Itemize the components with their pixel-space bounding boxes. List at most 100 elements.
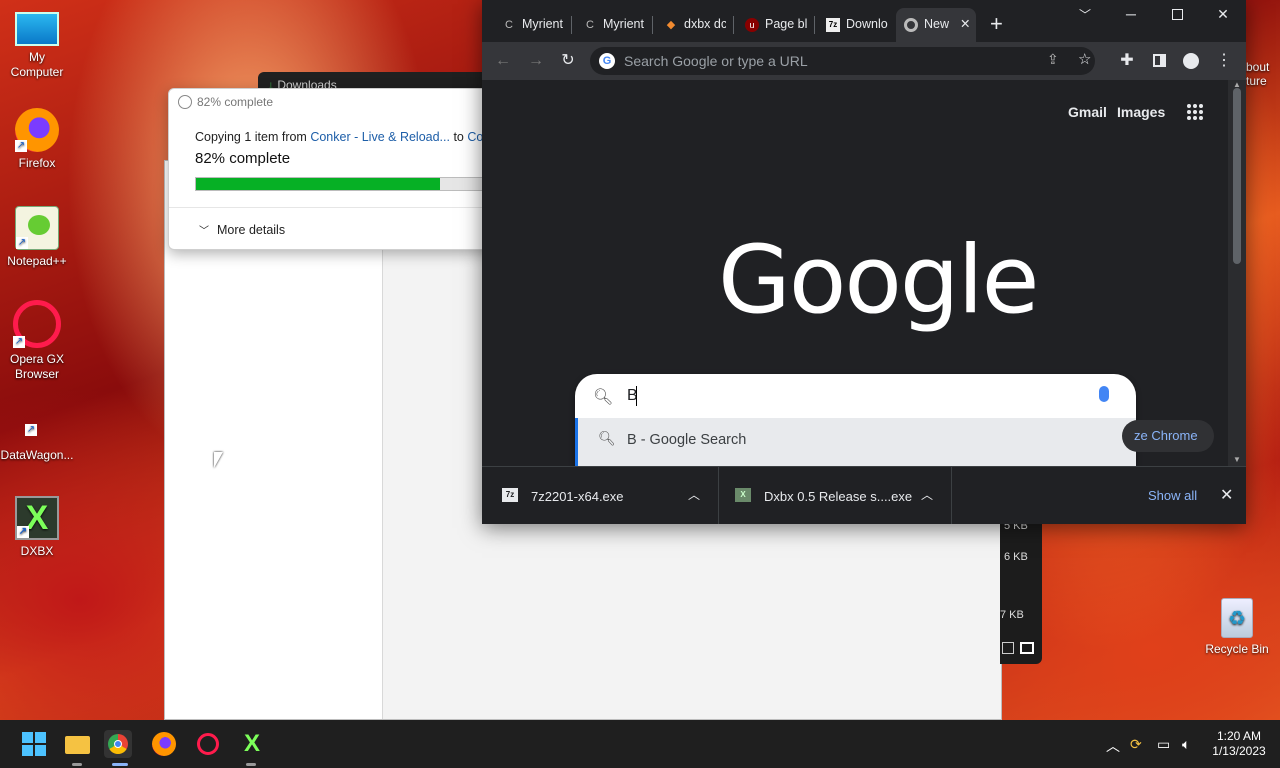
- clock-icon: [178, 95, 192, 109]
- bookmark-star-icon[interactable]: ☆: [1078, 50, 1091, 68]
- desktop-icon-dxbx[interactable]: X ↗ DXBX: [0, 496, 74, 559]
- opera-gx-icon: ↗: [13, 300, 61, 348]
- shortcut-arrow-icon: ↗: [17, 526, 29, 538]
- dxbx-taskbar-icon[interactable]: X: [238, 730, 266, 758]
- tab-dxbx[interactable]: ◆ dxbx dc: [656, 8, 726, 42]
- scrollbar[interactable]: ▲ ▼: [1228, 80, 1246, 466]
- side-panel-icon[interactable]: [1148, 50, 1170, 72]
- scroll-down-arrow[interactable]: ▼: [1233, 455, 1241, 464]
- copying-to: to: [449, 130, 468, 144]
- chevron-down-icon: ﹀: [199, 226, 209, 237]
- loading-icon: C: [586, 19, 594, 31]
- gmail-link[interactable]: Gmail: [1068, 104, 1107, 120]
- menu-icon[interactable]: ⋮: [1213, 50, 1235, 72]
- close-shelf-icon[interactable]: ✕: [1220, 485, 1233, 505]
- autocomplete-suggestion[interactable]: 🔍︎ B - Google Search: [575, 418, 1136, 466]
- sync-icon[interactable]: ⟳: [1130, 736, 1142, 753]
- firefox-taskbar-icon[interactable]: [150, 730, 178, 758]
- desktop-icon-datawagon[interactable]: ↗ DataWagon...: [0, 418, 74, 463]
- copy-progress-dialog[interactable]: 82% complete Copying 1 item from Conker …: [168, 88, 498, 250]
- firefox-icon: ↗: [15, 108, 59, 152]
- tab-myrient-2[interactable]: C Myrient: [575, 8, 645, 42]
- scrollbar-thumb[interactable]: [1233, 88, 1241, 264]
- close-button[interactable]: ✕: [1208, 6, 1238, 26]
- desktop-icon-my-computer[interactable]: My Computer: [0, 10, 74, 80]
- tab-page-blocked[interactable]: u Page bl: [737, 8, 807, 42]
- active-indicator: [112, 763, 128, 766]
- new-tab-button[interactable]: +: [990, 12, 1003, 36]
- minimize-button[interactable]: ─: [1116, 6, 1146, 26]
- progress-bar-fill: [196, 178, 441, 190]
- desktop-icon-notepadpp[interactable]: ↗ Notepad++: [0, 206, 74, 269]
- notepadpp-icon: ↗: [15, 206, 59, 250]
- tab-title: New: [924, 17, 950, 31]
- chevron-up-icon[interactable]: ︿: [688, 486, 700, 503]
- dxbx-icon: X: [735, 488, 751, 502]
- tiles-view-icon[interactable]: [1020, 642, 1034, 654]
- chrome-taskbar-icon[interactable]: [104, 730, 132, 758]
- chevron-up-icon[interactable]: ︿: [921, 486, 933, 503]
- network-icon[interactable]: ▭: [1157, 736, 1170, 753]
- profile-icon[interactable]: [1180, 50, 1202, 72]
- search-icon: 🔍︎: [593, 389, 614, 406]
- details-view-icon[interactable]: [1002, 642, 1014, 654]
- close-tab-icon[interactable]: ✕: [960, 16, 970, 31]
- running-indicator: [246, 763, 256, 766]
- google-apps-icon[interactable]: [1187, 104, 1203, 120]
- tab-title: Myrient: [522, 17, 563, 31]
- share-icon[interactable]: ⇪: [1047, 51, 1059, 68]
- chrome-toolbar: ← → ↻ G Search Google or type a URL ⇪ ☆ …: [482, 42, 1246, 80]
- desktop-icon-firefox[interactable]: ↗ Firefox: [0, 108, 74, 171]
- tab-title: dxbx dc: [684, 17, 726, 31]
- tab-title: Page bl: [765, 17, 807, 31]
- tab-search-button[interactable]: ﹀: [1070, 6, 1100, 26]
- microphone-icon[interactable]: [1099, 386, 1109, 402]
- source-link[interactable]: Conker - Live & Reload...: [310, 130, 450, 144]
- desktop-icon-label: My Computer: [10, 50, 64, 79]
- more-details-toggle[interactable]: ﹀ More details: [199, 222, 285, 237]
- monitor-icon: [15, 12, 59, 46]
- tab-title: Downlo: [846, 17, 888, 31]
- back-button[interactable]: ←: [492, 50, 514, 72]
- volume-icon[interactable]: 🔈︎: [1182, 736, 1190, 753]
- opera-gx-taskbar-icon[interactable]: [194, 730, 222, 758]
- file-size: 6 KB: [1004, 551, 1028, 563]
- show-all-downloads-link[interactable]: Show all: [1148, 488, 1197, 503]
- chevron-up-icon[interactable]: ︿: [1106, 736, 1120, 756]
- tab-myrient-1[interactable]: C Myrient: [494, 8, 564, 42]
- tab-title: Myrient: [603, 17, 644, 31]
- ublock-icon: u: [745, 18, 759, 32]
- maximize-icon: [1171, 9, 1183, 20]
- download-item[interactable]: 7z 7z2201-x64.exe ︿: [482, 467, 719, 524]
- google-g-icon: G: [599, 53, 615, 69]
- download-shelf: 7z 7z2201-x64.exe ︿ X Dxbx 0.5 Release s…: [482, 466, 1246, 524]
- reload-button[interactable]: ↻: [557, 50, 579, 72]
- omnibox[interactable]: G Search Google or type a URL ⇪ ☆: [590, 47, 1095, 75]
- tab-new-tab[interactable]: New ✕: [896, 8, 976, 42]
- search-box[interactable]: 🔍︎ B 🔍︎ B - Google Search: [575, 374, 1136, 466]
- suggestion-text: B - Google Search: [627, 432, 747, 448]
- download-filename: Dxbx 0.5 Release s....exe: [764, 489, 913, 504]
- shortcut-arrow-icon: ↗: [15, 140, 27, 152]
- dxbx-icon: X ↗: [15, 496, 59, 540]
- running-indicator: [72, 763, 82, 766]
- download-item[interactable]: X Dxbx 0.5 Release s....exe ︿: [719, 467, 952, 524]
- desktop-icon-recycle-bin[interactable]: ♻ Recycle Bin: [1200, 598, 1274, 657]
- customize-chrome-button[interactable]: ze Chrome: [1122, 420, 1214, 452]
- text-cursor: [636, 386, 637, 406]
- forward-button[interactable]: →: [525, 50, 547, 72]
- more-details-label: More details: [217, 223, 286, 237]
- file-size: 7 KB: [1000, 609, 1024, 621]
- system-clock[interactable]: 1:20 AM 1/13/2023: [1204, 729, 1274, 759]
- chrome-window[interactable]: C Myrient C Myrient ◆ dxbx dc u Page bl 7z Do…: [482, 0, 1246, 524]
- start-button[interactable]: [20, 730, 48, 758]
- maximize-button[interactable]: [1162, 6, 1192, 26]
- file-explorer-icon[interactable]: [64, 730, 92, 758]
- search-icon: 🔍︎: [598, 430, 616, 446]
- extensions-icon[interactable]: ✚: [1116, 50, 1138, 72]
- tab-downloads[interactable]: 7z Downlo: [818, 8, 890, 42]
- desktop-icon-opera-gx[interactable]: ↗ Opera GX Browser: [0, 300, 74, 382]
- desktop-icon-label: Opera GX Browser: [9, 352, 65, 381]
- images-link[interactable]: Images: [1117, 104, 1165, 120]
- tab-separator: [571, 16, 572, 34]
